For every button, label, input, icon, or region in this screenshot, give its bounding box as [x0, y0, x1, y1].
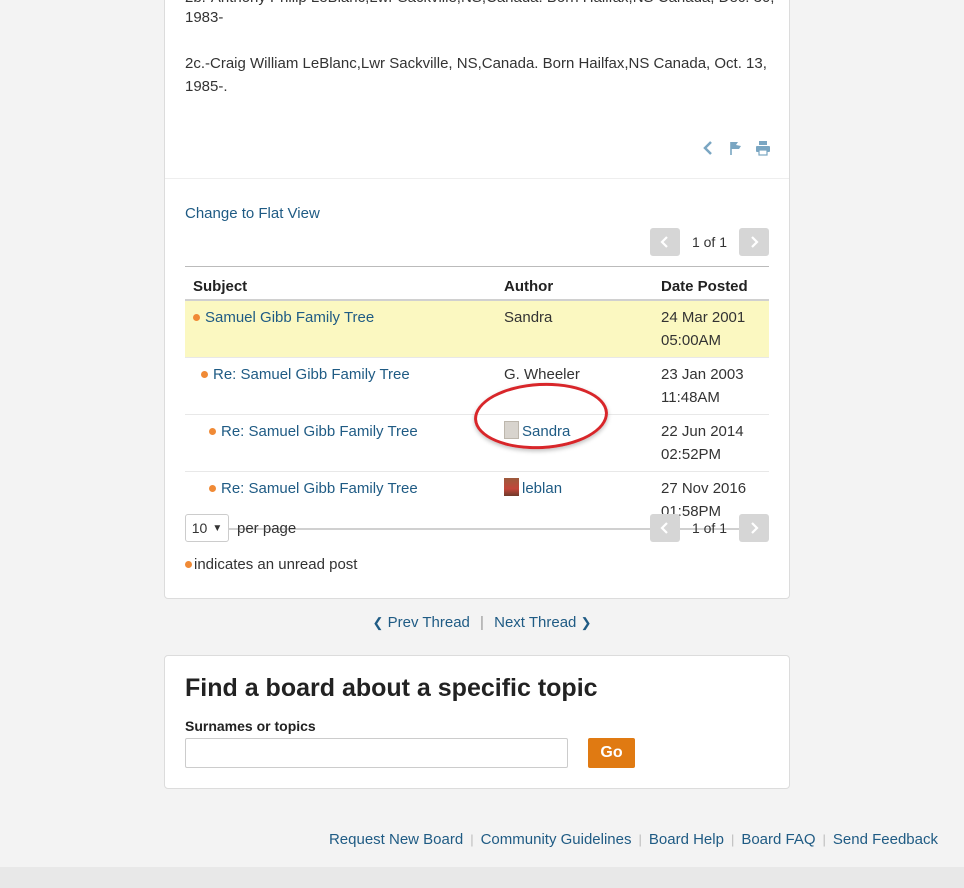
unread-dot-icon — [209, 484, 216, 492]
next-page-button[interactable] — [739, 514, 769, 542]
board-help-link[interactable]: Board Help — [649, 831, 724, 848]
post-tools — [701, 140, 771, 156]
page-indicator: 1 of 1 — [691, 520, 727, 536]
time-posted: 05:00AM — [661, 332, 722, 349]
unread-dot-icon — [209, 427, 216, 435]
next-thread-label: Next Thread — [494, 614, 577, 631]
find-board-card: Find a board about a specific topic Surn… — [164, 655, 790, 789]
date-posted: 23 Jan 2003 — [661, 366, 744, 383]
message-card: 2b.-Anthony Philip LeBlanc,Lwr Sackville… — [164, 0, 790, 599]
find-board-title: Find a board about a specific topic — [185, 674, 598, 702]
flag-icon[interactable] — [728, 140, 744, 156]
table-row: Re: Samuel Gibb Family Tree G. Wheeler 2… — [185, 357, 769, 415]
next-page-button[interactable] — [739, 228, 769, 256]
chevron-left-icon: ❮ — [372, 615, 384, 630]
thread-subject-link[interactable]: Re: Samuel Gibb Family Tree — [213, 366, 410, 383]
per-page-select[interactable]: 10 ▼ — [185, 514, 229, 542]
time-posted: 11:48AM — [661, 389, 720, 406]
unread-legend: indicates an unread post — [185, 556, 357, 573]
send-feedback-link[interactable]: Send Feedback — [833, 831, 938, 848]
per-page-control: 10 ▼ per page — [185, 514, 296, 542]
author-header: Author — [496, 266, 653, 301]
post-body-line: 2c.-Craig William LeBlanc,Lwr Sackville,… — [185, 55, 767, 72]
subject-header: Subject — [185, 266, 496, 301]
date-posted: 22 Jun 2014 — [661, 423, 744, 440]
date-posted: 24 Mar 2001 — [661, 309, 746, 326]
unread-dot-icon — [201, 370, 208, 378]
thread-nav-separator: | — [480, 614, 484, 631]
table-row: Samuel Gibb Family Tree Sandra 24 Mar 20… — [185, 300, 769, 358]
caret-down-icon: ▼ — [212, 522, 223, 534]
avatar[interactable] — [504, 478, 519, 497]
thread-subject-link[interactable]: Re: Samuel Gibb Family Tree — [221, 480, 418, 497]
time-posted: 02:52PM — [661, 446, 722, 463]
divider — [165, 178, 789, 179]
prev-thread-label: Prev Thread — [387, 614, 470, 631]
request-new-board-link[interactable]: Request New Board — [329, 831, 463, 848]
post-body-line: 1983- — [185, 9, 224, 26]
date-header: Date Posted — [653, 266, 769, 301]
unread-dot-icon — [193, 313, 200, 321]
unread-dot-icon — [185, 560, 192, 568]
page-indicator: 1 of 1 — [691, 234, 727, 250]
date-posted: 27 Nov 2016 — [661, 480, 747, 497]
prev-thread-link[interactable]: ❮ Prev Thread — [373, 614, 475, 631]
thread-subject-link[interactable]: Samuel Gibb Family Tree — [205, 309, 374, 326]
per-page-label: per page — [237, 519, 297, 537]
footer-links: Request New Board | Community Guidelines… — [328, 831, 938, 848]
print-icon[interactable] — [755, 140, 771, 156]
pager-bottom: 1 of 1 — [649, 514, 769, 542]
chevron-right-icon: ❯ — [580, 615, 592, 630]
surnames-input[interactable] — [185, 738, 568, 768]
legend-text: indicates an unread post — [194, 556, 358, 573]
prev-page-button[interactable] — [649, 514, 680, 542]
next-thread-link[interactable]: Next Thread ❯ — [494, 614, 591, 631]
board-faq-link[interactable]: Board FAQ — [741, 831, 815, 848]
flat-view-link[interactable]: Change to Flat View — [185, 205, 320, 222]
thread-subject-link[interactable]: Re: Samuel Gibb Family Tree — [221, 423, 418, 440]
author-link[interactable]: leblan — [522, 480, 562, 497]
bottom-bar — [0, 867, 964, 888]
thread-nav: ❮ Prev Thread | Next Thread ❯ — [0, 614, 964, 631]
author-name: Sandra — [496, 300, 653, 358]
thread-table: Subject Author Date Posted Samuel Gibb F… — [185, 266, 769, 530]
per-page-value: 10 — [191, 520, 208, 536]
post-body-line: 1985-. — [185, 78, 228, 95]
community-guidelines-link[interactable]: Community Guidelines — [481, 831, 632, 848]
go-button[interactable]: Go — [588, 738, 635, 768]
pager-top: 1 of 1 — [649, 228, 769, 256]
back-icon[interactable] — [701, 140, 717, 156]
prev-page-button[interactable] — [649, 228, 680, 256]
surnames-label: Surnames or topics — [185, 718, 316, 734]
